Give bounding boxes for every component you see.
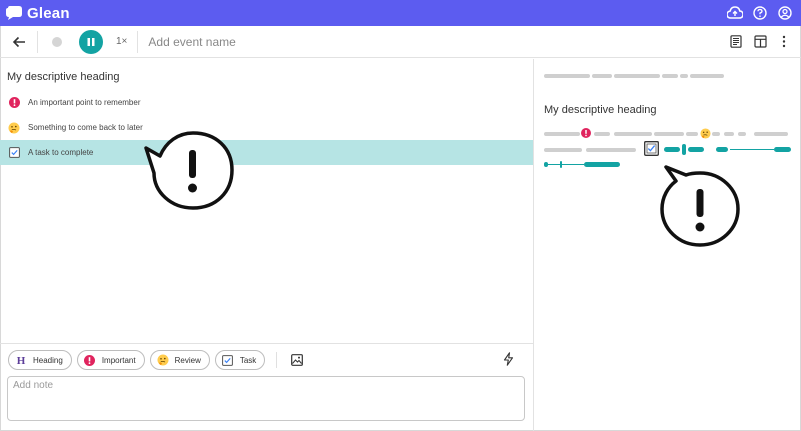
- thinking-emoji-icon: [157, 354, 169, 366]
- add-note-input[interactable]: [7, 376, 525, 421]
- note-item-label: Something to come back to later: [28, 123, 143, 132]
- task-chip[interactable]: Task: [214, 350, 266, 370]
- task-checkbox-icon[interactable]: [8, 147, 20, 159]
- toolbar-divider: [37, 30, 38, 53]
- review-chip[interactable]: Review: [149, 350, 210, 370]
- alert-bubble-icon: [144, 131, 234, 210]
- note-item-label: An important point to remember: [28, 98, 141, 107]
- app-bar: Glean: [0, 0, 801, 26]
- pause-button[interactable]: [79, 29, 103, 54]
- important-chip[interactable]: Important: [76, 350, 145, 370]
- record-button[interactable]: [52, 36, 62, 47]
- heading-chip[interactable]: H Heading: [8, 350, 72, 370]
- playback-speed[interactable]: 1×: [116, 36, 127, 47]
- alert-bubble-icon: [660, 165, 740, 247]
- logo: Glean: [5, 5, 70, 22]
- image-icon[interactable]: [290, 353, 304, 367]
- more-vertical-icon[interactable]: [777, 34, 791, 48]
- important-icon: [581, 128, 591, 138]
- task-checkbox-icon: [222, 354, 234, 366]
- chip-label: Task: [239, 355, 257, 365]
- chip-label: Important: [101, 355, 136, 365]
- note-item-task[interactable]: A task to complete: [0, 140, 533, 165]
- notes-panel: My descriptive heading An important poin…: [0, 59, 534, 343]
- toolbar-divider: [137, 30, 139, 53]
- glean-logo-icon: [6, 6, 22, 20]
- lightning-icon[interactable]: [503, 352, 515, 366]
- notes-heading[interactable]: My descriptive heading: [7, 71, 120, 83]
- note-item-review[interactable]: Something to come back to later: [0, 115, 533, 140]
- important-icon: [84, 354, 96, 366]
- thinking-emoji-icon: [8, 122, 20, 134]
- preview-heading[interactable]: My descriptive heading: [544, 104, 657, 116]
- document-preview-panel: My descriptive heading: [534, 59, 801, 431]
- notes-doc-icon[interactable]: [729, 34, 743, 48]
- help-icon[interactable]: [751, 4, 768, 21]
- note-item-label: A task to complete: [28, 148, 94, 157]
- chip-label: Review: [174, 355, 201, 365]
- back-arrow-icon[interactable]: [11, 34, 27, 50]
- compose-area: H Heading Important Review Task: [0, 343, 533, 431]
- pause-icon: [87, 37, 95, 46]
- chip-divider: [276, 352, 278, 368]
- thinking-emoji-icon: [700, 128, 711, 139]
- chip-label: Heading: [33, 355, 63, 365]
- app-name: Glean: [27, 4, 70, 22]
- recording-toolbar: 1×: [0, 26, 801, 58]
- layout-icon[interactable]: [753, 34, 767, 48]
- account-icon[interactable]: [776, 4, 793, 21]
- important-icon: [8, 97, 20, 109]
- cloud-upload-icon[interactable]: [726, 4, 743, 21]
- svg-text:H: H: [17, 355, 26, 365]
- task-checkbox-icon[interactable]: [644, 141, 659, 156]
- heading-icon: H: [15, 354, 27, 366]
- event-name-input[interactable]: [148, 34, 449, 49]
- note-item-important[interactable]: An important point to remember: [0, 90, 533, 115]
